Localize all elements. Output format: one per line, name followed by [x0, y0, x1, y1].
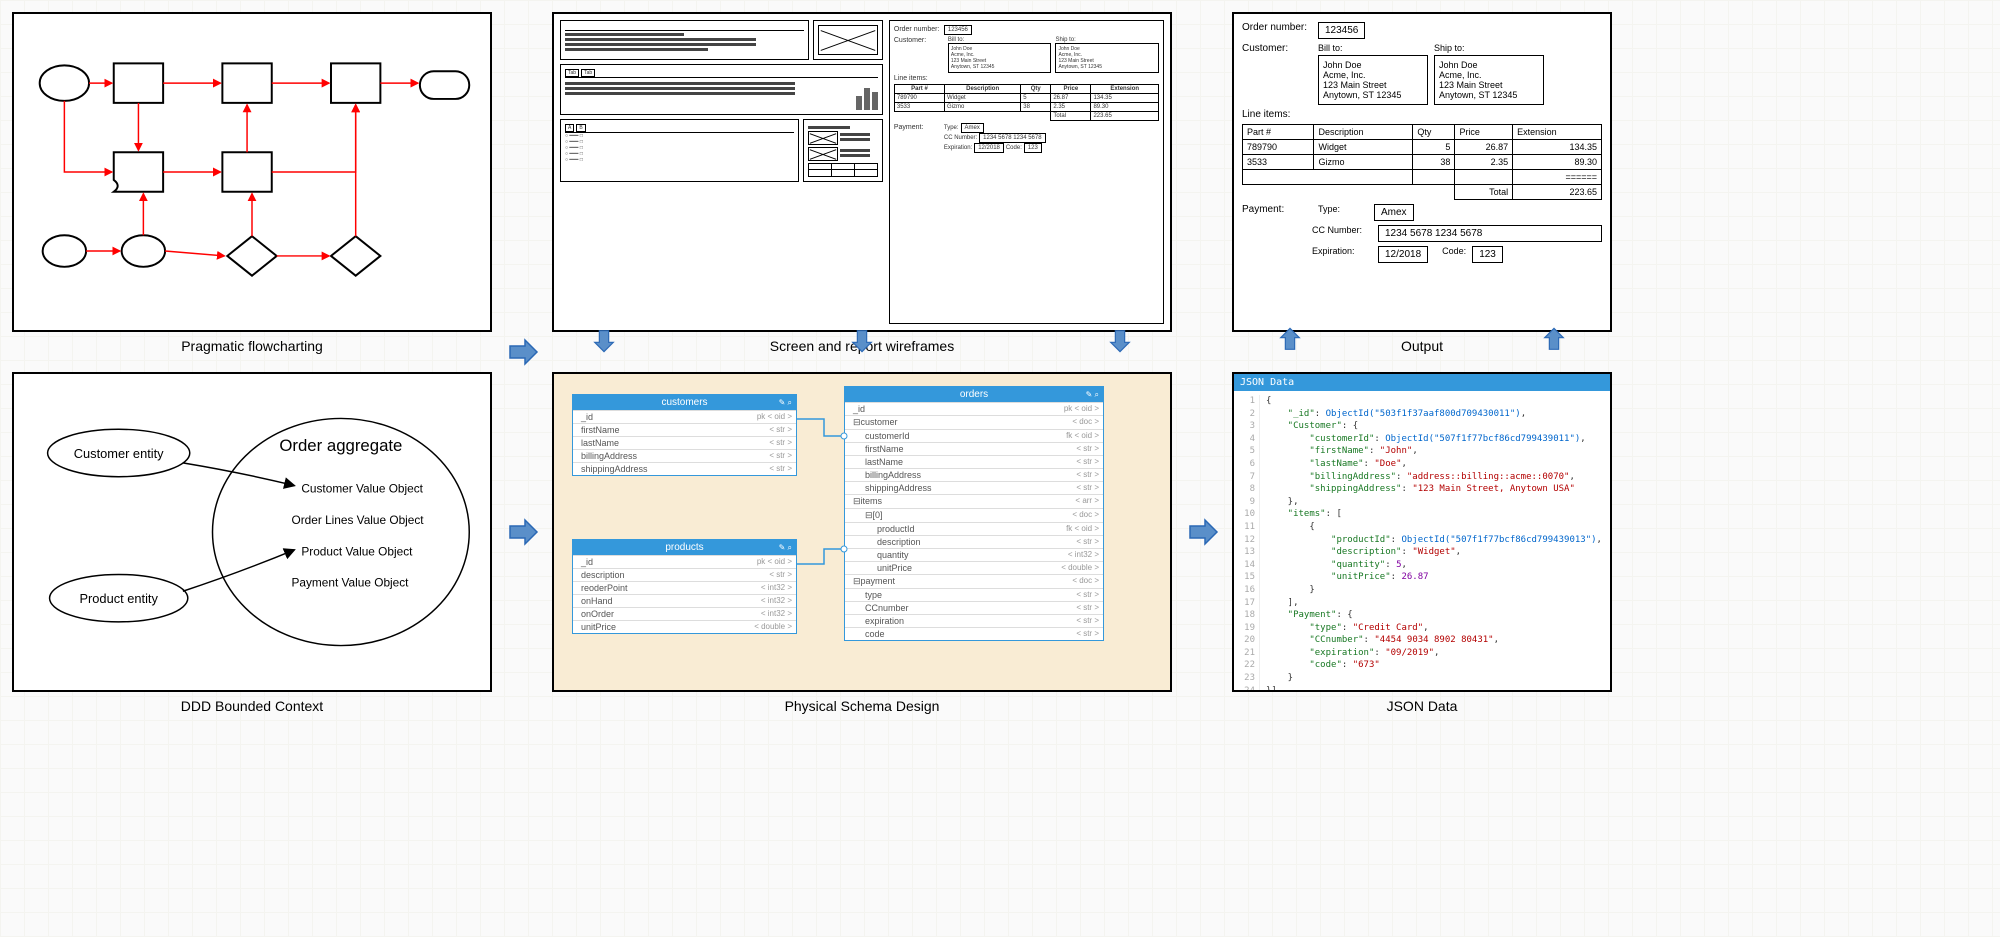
json-caption: JSON Data — [1232, 692, 1612, 722]
arrow-right-2 — [492, 372, 552, 692]
flowchart-panel — [12, 12, 492, 332]
arrow-up-1 — [1276, 326, 1304, 359]
schema-orders-table: orders✎ ⌕ _idpk < oid >⊟customer< doc >c… — [844, 386, 1104, 641]
svg-text:Customer Value Object: Customer Value Object — [301, 482, 423, 496]
svg-text:Customer entity: Customer entity — [74, 446, 164, 461]
wf-customer-label: Customer: — [894, 37, 944, 73]
arrow-right-3 — [1172, 372, 1232, 692]
edit-icon: ✎ ⌕ — [779, 543, 792, 553]
svg-text:Order Lines Value Object: Order Lines Value Object — [292, 513, 425, 527]
edit-icon: ✎ ⌕ — [1086, 390, 1099, 400]
output-exp-value: 12/2018 — [1378, 246, 1428, 263]
schema-panel: customers✎ ⌕ _idpk < oid >firstName< str… — [552, 372, 1172, 692]
svg-text:Product entity: Product entity — [79, 591, 158, 606]
table-row: 3533Gizmo382.3589.30 — [1243, 155, 1602, 170]
flowchart-caption: Pragmatic flowcharting — [12, 332, 492, 372]
json-panel: JSON Data 1{2 "_id": ObjectId("503f1f37a… — [1232, 372, 1612, 692]
wf-order-label: Order number: — [894, 26, 944, 33]
edit-icon: ✎ ⌕ — [779, 398, 792, 408]
schema-customers-table: customers✎ ⌕ _idpk < oid >firstName< str… — [572, 394, 797, 476]
output-bill-addr: John DoeAcme, Inc.123 Main StreetAnytown… — [1318, 55, 1428, 105]
wf-lineitems-table: Part #DescriptionQtyPriceExtension 78979… — [894, 84, 1159, 121]
json-header: JSON Data — [1234, 374, 1610, 391]
arrow-down-3 — [1106, 326, 1134, 359]
output-billto-label: Bill to: — [1318, 43, 1428, 53]
ddd-caption: DDD Bounded Context — [12, 692, 492, 722]
output-code-value: 123 — [1472, 246, 1503, 263]
arrow-down-2 — [848, 326, 876, 359]
arrow-right-1 — [492, 332, 552, 372]
output-customer-label: Customer: — [1242, 43, 1312, 54]
output-payment-label: Payment: — [1242, 204, 1312, 215]
wf-lineitems-label: Line items: — [894, 75, 1159, 82]
svg-text:Product Value Object: Product Value Object — [301, 545, 413, 559]
svg-text:Order aggregate: Order aggregate — [279, 436, 402, 455]
output-order-label: Order number: — [1242, 22, 1312, 33]
svg-text:Payment Value Object: Payment Value Object — [292, 575, 410, 589]
arrow-up-2 — [1540, 326, 1568, 359]
output-type-value: Amex — [1374, 204, 1414, 221]
output-order-value: 123456 — [1318, 22, 1365, 39]
arrow-down-1 — [590, 326, 618, 359]
output-cc-value: 1234 5678 1234 5678 — [1378, 225, 1602, 242]
table-row: 789790Widget526.87134.35 — [1243, 140, 1602, 155]
output-lineitems-label: Line items: — [1242, 109, 1602, 120]
schema-products-table: products✎ ⌕ _idpk < oid >description< st… — [572, 539, 797, 634]
output-ship-addr: John DoeAcme, Inc.123 Main StreetAnytown… — [1434, 55, 1544, 105]
output-shipto-label: Ship to: — [1434, 43, 1544, 53]
wf-order-value: 123456 — [944, 25, 972, 35]
output-lineitems-table: Part #DescriptionQtyPriceExtension 78979… — [1242, 124, 1602, 200]
output-panel: Order number: 123456 Customer: Bill to: Jo… — [1232, 12, 1612, 332]
ddd-panel: Customer entity Product entity Order agg… — [12, 372, 492, 692]
flowchart-svg — [14, 14, 490, 330]
wireframes-panel: TabTab AB ○ ━━━ □○ ━━━ □○ ━━━ □○ ━━━ □○ … — [552, 12, 1172, 332]
schema-caption: Physical Schema Design — [552, 692, 1172, 722]
